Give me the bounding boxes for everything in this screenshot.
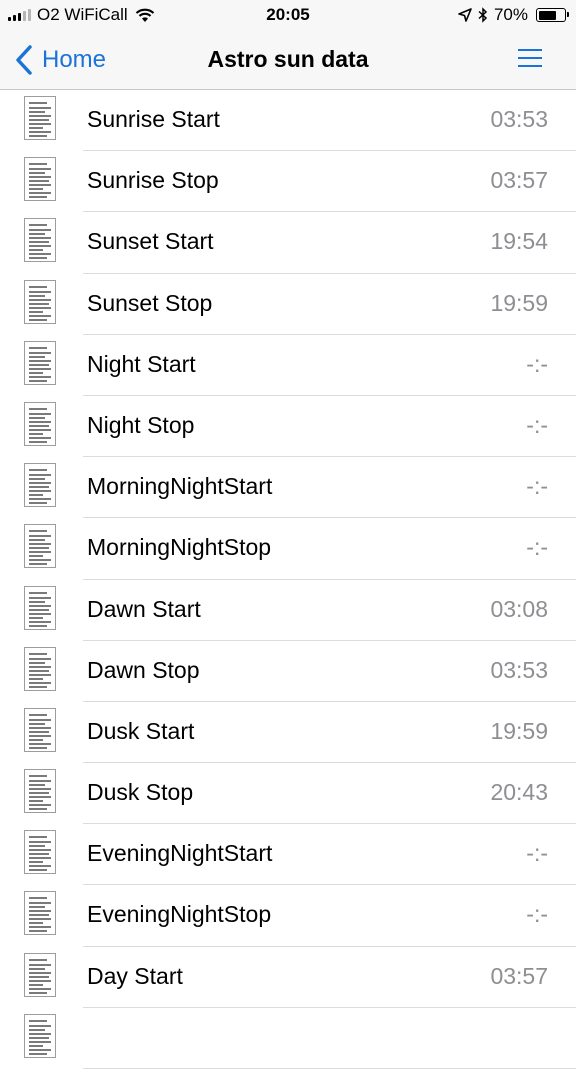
row-value: 20:43 [490,779,548,806]
list-item[interactable]: Dusk Stop 20:43 [0,763,576,825]
sun-data-list: Sunrise Start 03:53 Sunrise Stop 03:57 Sunse… [0,90,576,1069]
navigation-bar: Home Astro sun data [0,30,576,90]
row-label: Dawn Start [87,595,201,622]
bluetooth-icon [478,7,488,23]
row-value: 03:53 [490,106,548,132]
document-icon [24,340,56,385]
document-icon [24,830,56,875]
battery-percent: 70% [493,5,528,24]
row-value: 19:54 [490,228,548,255]
row-label: Sunrise Stop [87,167,219,194]
list-item[interactable] [0,1008,576,1069]
list-item[interactable]: MorningNightStart -:- [0,457,576,519]
document-icon [24,218,56,263]
list-item[interactable]: Sunset Stop 19:59 [0,274,576,335]
document-icon [24,585,56,630]
row-value: -:- [526,901,548,928]
document-icon [24,952,56,997]
row-label: Dawn Stop [87,656,200,683]
row-label: EveningNightStop [87,901,272,928]
row-value: 19:59 [490,289,548,316]
row-label: Sunrise Start [87,106,220,132]
list-item[interactable]: Dusk Start 19:59 [0,702,576,764]
row-label: EveningNightStart [87,840,273,867]
list-item[interactable]: Dawn Stop 03:53 [0,641,576,702]
row-value: -:- [526,840,548,867]
row-label: MorningNightStop [87,534,272,561]
document-icon [24,1013,56,1058]
document-icon [24,279,56,324]
document-icon [24,769,56,814]
row-label: Sunset Start [87,228,214,255]
row-value: 03:53 [490,656,548,683]
row-label: Night Stop [87,411,195,438]
battery-icon [536,8,569,22]
row-value: -:- [526,534,548,561]
status-bar: O2 WiFiCall 20:05 70% [0,0,576,30]
status-right: 70% [458,5,569,25]
row-value: 03:57 [490,962,548,989]
list-item[interactable]: MorningNightStop -:- [0,518,576,580]
document-icon [24,463,56,508]
document-icon [24,401,56,446]
row-value: 03:57 [490,167,548,194]
row-label: Day Start [87,962,183,989]
row-label: Dusk Start [87,717,195,744]
row-label: Sunset Stop [87,289,213,316]
list-item[interactable]: Sunrise Stop 03:57 [0,151,576,213]
row-label: MorningNightStart [87,473,273,500]
document-icon [24,707,56,752]
menu-icon[interactable] [518,47,542,69]
list-item[interactable]: EveningNightStop -:- [0,885,576,947]
row-label: Night Start [87,350,196,377]
row-label: Dusk Stop [87,779,194,806]
row-value: -:- [526,473,548,500]
row-value: 19:59 [490,717,548,744]
list-item[interactable]: Day Start 03:57 [0,947,576,1008]
location-arrow-icon [458,8,472,22]
document-icon [24,524,56,569]
row-value: 03:08 [490,595,548,622]
row-value: -:- [526,411,548,438]
document-icon [24,646,56,691]
document-icon [24,96,56,140]
list-item[interactable]: Sunset Start 19:54 [0,212,576,274]
document-icon [24,157,56,202]
document-icon [24,891,56,936]
list-item[interactable]: Dawn Start 03:08 [0,580,576,641]
list-item[interactable]: Night Stop -:- [0,396,576,458]
page-title: Astro sun data [207,46,369,72]
row-value: -:- [526,350,548,377]
list-item[interactable]: EveningNightStart -:- [0,824,576,886]
list-item[interactable]: Night Start -:- [0,335,576,396]
list-item[interactable]: Sunrise Start 03:53 [0,90,576,152]
